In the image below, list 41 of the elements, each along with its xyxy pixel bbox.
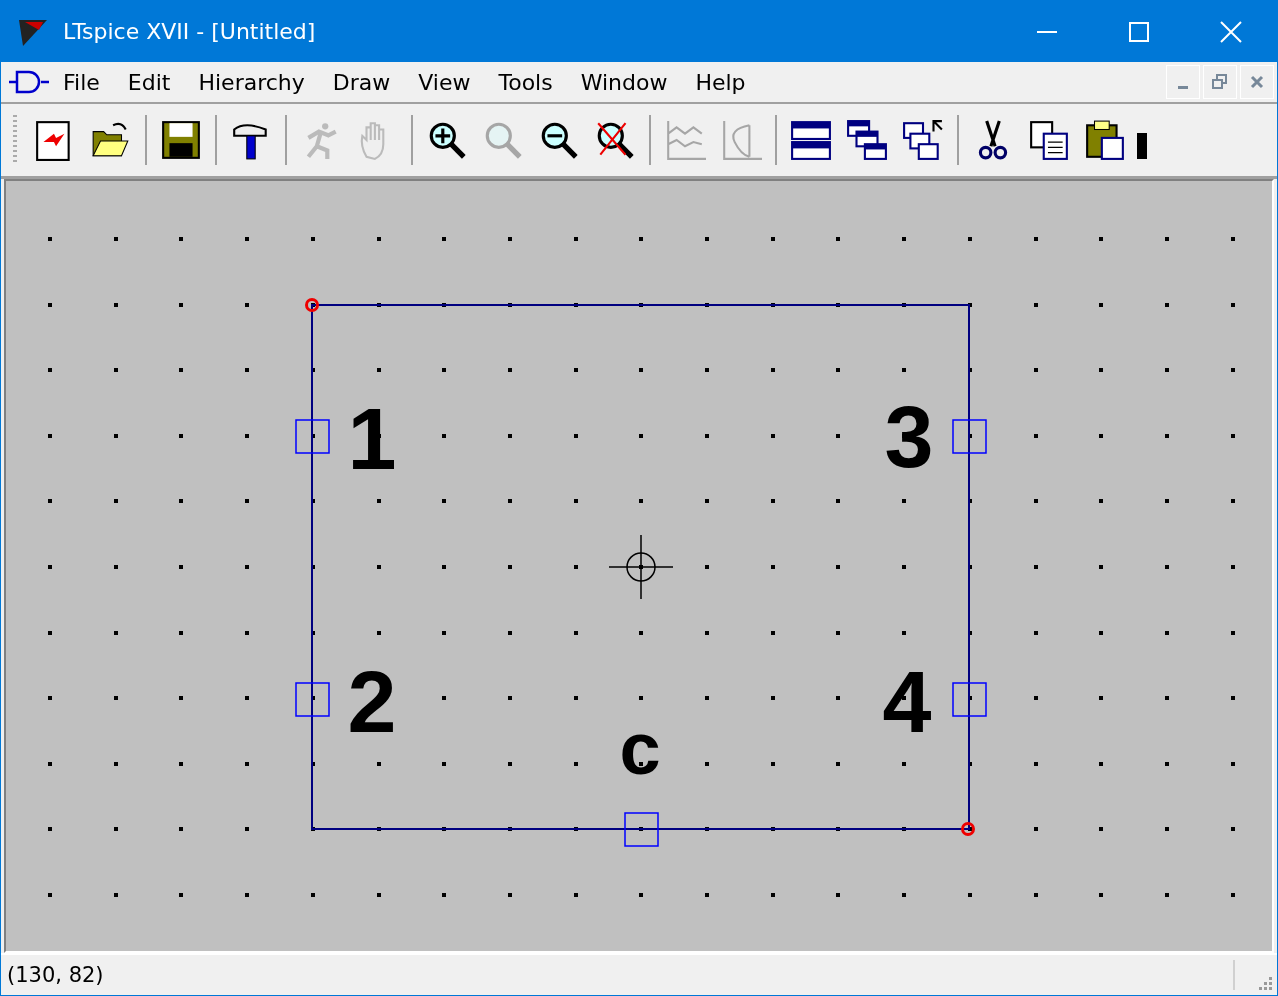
crosshair-cursor-icon: [608, 534, 674, 600]
cascade-windows-icon: [846, 119, 888, 161]
pin-square[interactable]: [952, 419, 987, 454]
pin-label: c: [619, 707, 661, 790]
minimize-icon: [1036, 30, 1058, 33]
menu-item[interactable]: Edit: [113, 69, 185, 95]
minimize-button[interactable]: [1166, 65, 1200, 99]
menu-item[interactable]: Tools: [484, 69, 567, 95]
pin-square[interactable]: [624, 812, 659, 847]
restore-icon: [1212, 74, 1228, 90]
pin-label: 3: [884, 387, 934, 486]
menu-item[interactable]: Window: [566, 69, 682, 95]
menu-item[interactable]: File: [49, 69, 114, 95]
tile-windows-icon: [790, 119, 832, 161]
menu-item[interactable]: Draw: [318, 69, 405, 95]
pin-square[interactable]: [295, 419, 330, 454]
menu-item[interactable]: Hierarchy: [184, 69, 319, 95]
close-icon: [1250, 75, 1264, 89]
pin-label: 4: [882, 652, 932, 751]
graph-icon: [664, 119, 706, 161]
menu-item[interactable]: View: [404, 69, 485, 95]
pin-label: 2: [347, 652, 397, 751]
restore-button[interactable]: [1203, 65, 1237, 99]
copy-icon: [1028, 119, 1070, 161]
paste-icon: [1084, 119, 1126, 161]
stacked-windows-icon: [902, 119, 944, 161]
status-text: (130, 82): [7, 963, 105, 987]
plot-icon: [720, 119, 762, 161]
anchor-marker: [961, 822, 975, 836]
resize-grip-icon[interactable]: [1259, 977, 1273, 991]
close-button[interactable]: [1240, 65, 1274, 99]
menu-item[interactable]: Help: [681, 69, 760, 95]
pin-square[interactable]: [295, 682, 330, 717]
close-icon: [1220, 20, 1242, 43]
minimize-icon: [1178, 85, 1188, 89]
pin-square[interactable]: [952, 682, 987, 717]
pin-label: 1: [347, 389, 397, 488]
maximize-icon: [1128, 20, 1150, 43]
schematic-gate-icon: [9, 69, 49, 95]
window-title: LTspice XVII - [Untitled]: [63, 19, 317, 44]
anchor-marker: [305, 298, 319, 312]
